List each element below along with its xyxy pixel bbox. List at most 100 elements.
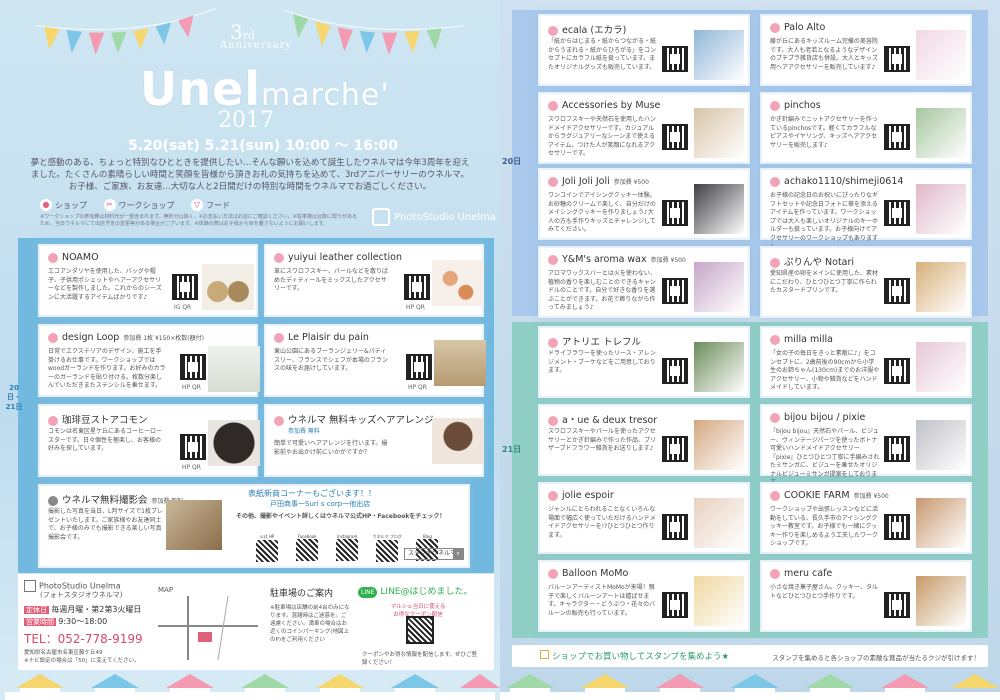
vendor-card[interactable]: ぷりんや Notari 愛知県産の卵をメインに使用した、素材にこだわり、ひとつひと… [760,246,972,318]
product-photo [694,30,744,80]
footer-studio-jp: (フォトスタジオウネルマ) [40,591,123,599]
sns-facebook[interactable]: Facebook [292,534,322,561]
qr-code[interactable] [406,354,432,380]
vendor-name: jolie espoir [548,490,614,501]
vendor-desc: ジャンルにとらわれることなくいろんな場面で幅広く使っていただけるハンドメイドアク… [548,506,656,539]
qr-code[interactable] [884,436,910,462]
vendor-desc: ワークショップや出張レッスンなどに活動をしている、長久手市のアイシングクッキー教… [770,506,879,547]
vendor-name: Y&M's aroma wax 参加費 ¥500 [548,254,686,265]
vendor-card[interactable]: milla milla 「女の子の毎日をきっと素敵に♪」をコンセプトに、2歳前後の… [760,326,972,398]
qr-code[interactable] [662,514,688,540]
product-photo [202,264,254,310]
qr-code[interactable] [180,354,206,380]
vendor-name: meru cafe [770,568,832,579]
bag-icon [770,100,780,111]
product-photo [694,576,744,626]
vendor-card[interactable]: COOKIE FARM 参加費 ¥500 ワークショップや出張レッスンなどに活動をし… [760,482,972,554]
vendor-name: pinchos [770,100,821,111]
qr-code[interactable] [662,592,688,618]
qr-code[interactable] [884,514,910,540]
qr-code[interactable] [404,274,430,300]
vendor-desc: アロマワックスバーとは火を使わない、植物の香りを楽しむことのできるキャンドルのこ… [548,270,656,311]
bag-icon [548,176,558,187]
vendor-card-kids-hair[interactable]: ウネルマ 無料キッズヘアアレンジ 簡単で可愛いヘアアレンジを行います。撮影前やお… [264,404,484,477]
vendor-name: Joli Joli Joli 参加費 ¥500 [548,176,649,187]
vendor-card[interactable]: アトリエ トレフル ドライフラワーを使ったリース・アレンジメント・ブーケなどをご用… [538,326,750,398]
vendor-desc: 小さな焼き菓子屋さん。クッキー、タルトなどひとつひとつ手作りです。 [770,584,878,600]
vendor-card[interactable]: Y&M's aroma wax 参加費 ¥500 アロマワックスバーとは火を使わない… [538,246,750,318]
vendor-name: Palo Alto [770,22,825,33]
vendor-card[interactable]: ecala (エカラ) 「紙からはじまる・紙からつながる・紙からうまれる・紙からひ… [538,14,750,86]
gift-icon [540,650,549,659]
anniversary-text: Anniversary [220,40,293,51]
bag-icon [548,25,558,36]
left-page: 3rd Anniversary Unelmarche' 2017 5.20(sa… [0,0,500,700]
search-box[interactable]: スタジオウネルマ ⌕ [404,548,464,560]
vendor-card-coffee[interactable]: 珈琲豆ストアコモン コモンは名東区星ケ丘にあるコーヒーロースターです。日々個性を… [38,404,260,477]
bag-icon: ● [40,199,52,211]
line-qr-code[interactable] [406,616,434,644]
vendor-card-noamo[interactable]: NOAMO エコアンダリヤを使用した、バッグや帽子、子供用ポシェットやヘアーアク… [38,244,258,317]
vendor-desc: 藤が丘にあるキッズルーム完備の美容院です。大人も老若となるようなデザインのプチプ… [770,38,879,71]
product-photo [694,498,744,548]
tel[interactable]: TEL：052-778-9199 [24,630,143,647]
vendor-name: アトリエ トレフル [548,334,641,348]
vendor-card-design-loop[interactable]: design Loop 参加費 1枚 ¥150×枚数(額付) 日常でエクステリアの… [38,324,260,397]
event-dates: 5.20(sat) 5.21(sun) 10:00 〜 16:00 [128,138,399,154]
vendor-card[interactable]: jolie espoir ジャンルにとらわれることなくいろんな場面で幅広く使ってい… [538,482,750,554]
vendor-card[interactable]: bijou bijou / pixie 『bijou bijou』天然石やパール、… [760,404,972,486]
bag-icon [548,415,558,426]
product-photo [166,500,222,550]
product-photo [434,340,486,386]
qr-code[interactable] [180,434,206,460]
vendor-card[interactable]: meru cafe 小さな焼き菓子屋さん。クッキー、タルトなどひとつひとつ手作りで… [760,560,972,632]
right-page: 20日 21日 ecala (エカラ) 「紙からはじまる・紙からつながる・紙からう… [500,0,1000,700]
qr-code[interactable] [662,124,688,150]
vendor-card[interactable]: Balloon MoMo バルーンアーティストMoMoが来場！親子で楽しくバルーン… [538,560,750,632]
qr-code[interactable] [884,46,910,72]
stamp-title: ショップでお買い物してスタンプを集めよう★ [540,650,729,662]
vendor-card-yuiyui[interactable]: yuiyui leather collection 革にスワロフスキー、パールな… [264,244,484,317]
info-sub: 戸田商事一Suri s corp一他出店 [270,500,371,508]
parking-title: 駐車場のご案内 [270,589,334,599]
vendor-card[interactable]: Palo Alto 藤が丘にあるキッズルーム完備の美容院です。大人も老若となるよう… [760,14,972,86]
vendor-card[interactable]: pinchos かぎ針編みでニットアクセサリーを作っているpinchosです。軽く… [760,92,972,164]
footer: PhotoStudio Unelma (フォトスタジオウネルマ) 定休日 毎週月… [18,574,494,670]
map[interactable] [158,596,258,660]
qr-code[interactable] [884,124,910,150]
vendor-desc: 「女の子の毎日をきっと素敵に♪」をコンセプトに、2歳前後の90cmから小学生のお… [770,350,880,391]
qr-code[interactable] [662,436,688,462]
cone-icon: ▽ [191,199,204,211]
qr-code[interactable] [662,46,688,72]
bag-icon [770,568,780,579]
product-photo [208,420,260,466]
vendor-desc: スワロフスキーやパールを使ったアクセサリーとかぎ針編みで作った作品、プリザーブド… [548,428,657,452]
qr-code[interactable] [884,278,910,304]
house-icon [372,208,390,226]
qr-code[interactable] [884,358,910,384]
vendor-card[interactable]: achako1110/shimeji0614 お子様の記念日のお祝いにぴったりなギ… [760,168,972,250]
stamp-note: スタンプを集めると各ショップの素敵な賞品が当たるクジが引けます！ [772,654,980,662]
vendor-card-le-plaisir[interactable]: Le Plaisir du pain 東山公園にあるブーランジェリー&パティスリ… [264,324,486,397]
hours-row: 営業時間 9:30〜18:00 [24,617,108,626]
qr-code[interactable] [662,278,688,304]
product-photo [432,418,484,464]
stamp-banner: ショップでお買い物してスタンプを集めよう★ スタンプを集めると各ショップの素敵な… [512,645,988,667]
product-photo [916,262,966,312]
product-photo [694,184,744,234]
vendor-card[interactable]: a・ue & deux tresor スワロフスキーやパールを使ったアクセサリーと… [538,404,750,476]
sns-blog[interactable]: ウネルマ ブログ [372,534,402,562]
vendor-card[interactable]: Joli Joli Joli 参加費 ¥500 ワンコインでアイシングクッキー体験。… [538,168,750,240]
qr-code[interactable] [884,200,910,226]
vendor-card[interactable]: Accessories by Muse スワロフスキーや天然石を使用したハンドメイ… [538,92,750,164]
qr-code[interactable] [662,200,688,226]
product-photo [432,260,484,306]
qr-code[interactable] [884,592,910,618]
address: 愛知県名古屋市名東区藤ケ丘49 [24,650,103,656]
qr-code[interactable] [662,358,688,384]
sns-instagram[interactable]: Instagram [332,534,362,561]
qr-code[interactable] [172,274,198,300]
vendor-desc: 『bijou bijou』天然石やパール、ビジュー、ヴィンテージパーツを使ったボ… [770,428,880,486]
product-photo [694,108,744,158]
sns-hp[interactable]: 公式 HP [252,534,282,562]
